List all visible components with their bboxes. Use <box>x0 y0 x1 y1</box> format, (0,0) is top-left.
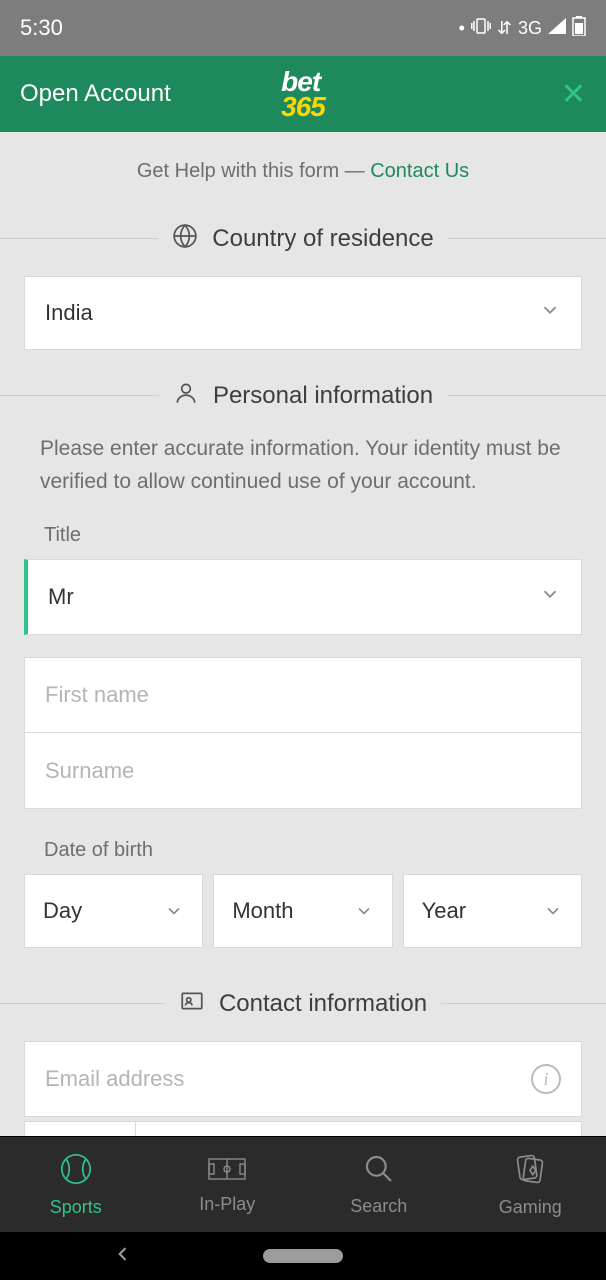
nav-gaming[interactable]: Gaming <box>455 1137 606 1232</box>
status-indicators: • ⇵ 3G <box>459 16 586 41</box>
search-icon <box>363 1153 395 1190</box>
contact-card-icon <box>179 988 205 1019</box>
info-icon[interactable]: i <box>531 1064 561 1094</box>
title-label: Title <box>0 524 606 547</box>
contact-us-link[interactable]: Contact Us <box>370 160 469 182</box>
chevron-down-icon <box>354 901 374 921</box>
title-value: Mr <box>48 584 74 610</box>
nav-inplay[interactable]: In-Play <box>152 1137 304 1232</box>
sports-icon <box>59 1152 93 1191</box>
globe-icon <box>172 223 198 254</box>
personal-hint: Please enter accurate information. Your … <box>0 433 606 498</box>
section-personal-heading: Personal information <box>0 380 606 411</box>
help-line: Get Help with this form — Contact Us <box>0 160 606 183</box>
title-select[interactable]: Mr <box>24 559 582 635</box>
dob-label: Date of birth <box>0 839 606 862</box>
chevron-down-icon <box>539 299 561 327</box>
close-icon[interactable]: ✕ <box>561 77 586 112</box>
dob-day-select[interactable]: Day <box>24 874 203 948</box>
first-name-input[interactable]: First name <box>24 657 582 733</box>
status-time: 5:30 <box>20 15 63 41</box>
surname-input[interactable]: Surname <box>24 733 582 809</box>
app-header: Open Account bet 365 ✕ <box>0 56 606 132</box>
chevron-down-icon <box>539 583 561 611</box>
brand-logo: bet 365 <box>281 69 325 119</box>
page-title: Open Account <box>20 80 171 108</box>
dob-year-select[interactable]: Year <box>403 874 582 948</box>
nav-search[interactable]: Search <box>303 1137 455 1232</box>
chevron-down-icon <box>543 901 563 921</box>
network-label: 3G <box>518 18 542 39</box>
inplay-icon <box>207 1155 247 1188</box>
section-country-heading: Country of residence <box>0 223 606 254</box>
email-input[interactable]: Email address i <box>24 1041 582 1117</box>
status-bar: 5:30 • ⇵ 3G <box>0 0 606 56</box>
dob-month-select[interactable]: Month <box>213 874 392 948</box>
person-icon <box>173 380 199 411</box>
system-back-button[interactable] <box>113 1244 133 1269</box>
form-content: Get Help with this form — Contact Us Cou… <box>0 132 606 1141</box>
vibrate-icon <box>471 18 491 39</box>
chevron-down-icon <box>164 901 184 921</box>
signal-icon <box>548 18 566 39</box>
battery-icon <box>572 16 586 41</box>
gaming-icon <box>513 1152 547 1191</box>
nav-sports[interactable]: Sports <box>0 1137 152 1232</box>
data-icon: ⇵ <box>497 18 512 39</box>
country-value: India <box>45 300 93 326</box>
country-select[interactable]: India <box>24 276 582 350</box>
bottom-nav: Sports In-Play Search Gaming <box>0 1136 606 1232</box>
system-nav-bar <box>0 1232 606 1280</box>
section-contact-heading: Contact information <box>0 988 606 1019</box>
system-home-pill[interactable] <box>263 1249 343 1263</box>
